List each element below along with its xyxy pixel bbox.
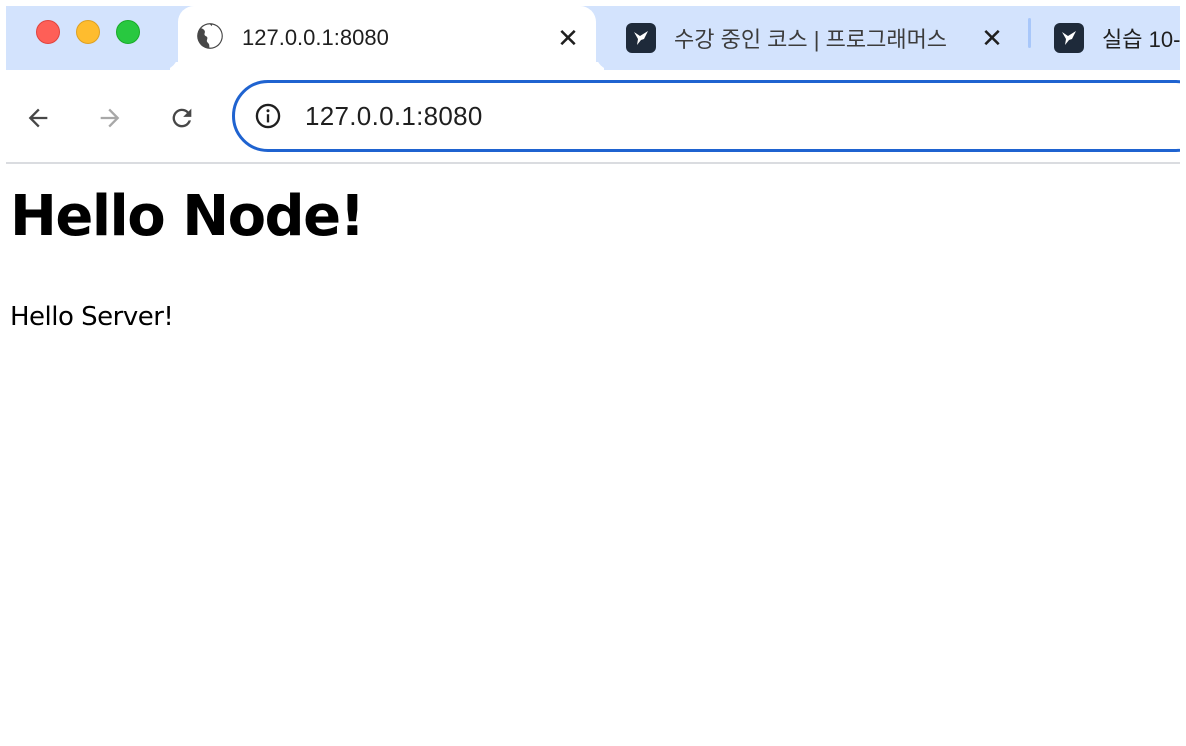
tab-close-button[interactable]: ✕ (978, 24, 1006, 52)
browser-window: 127.0.0.1:8080 ✕ 수강 중인 코스 | 프로그래머스 ✕ 실습 … (6, 6, 1180, 740)
back-button[interactable] (18, 98, 58, 138)
forward-button[interactable] (90, 98, 130, 138)
programmers-logo-icon (1054, 23, 1084, 53)
address-url[interactable]: 127.0.0.1:8080 (305, 101, 483, 132)
tab-title: 127.0.0.1:8080 (242, 25, 389, 50)
page-content: Hello Node! Hello Server! (6, 164, 1180, 740)
page-paragraph: Hello Server! (10, 302, 174, 332)
address-bar[interactable]: 127.0.0.1:8080 (232, 80, 1180, 152)
tab-title: 수강 중인 코스 | 프로그래머스 (674, 27, 948, 52)
tab-practice[interactable]: 실습 10- (1024, 6, 1180, 70)
info-icon[interactable] (253, 101, 283, 131)
tab-strip: 127.0.0.1:8080 ✕ 수강 중인 코스 | 프로그래머스 ✕ 실습 … (6, 6, 1180, 70)
window-minimize-button[interactable] (76, 20, 100, 44)
programmers-logo-icon (626, 23, 656, 53)
tab-title: 실습 10- (1102, 27, 1180, 52)
reload-icon (172, 108, 192, 128)
page-heading: Hello Node! (10, 184, 365, 249)
window-maximize-button[interactable] (116, 20, 140, 44)
window-close-button[interactable] (36, 20, 60, 44)
tab-programmers-courses[interactable]: 수강 중인 코스 | 프로그래머스 ✕ (596, 6, 1020, 70)
arrow-left-icon (28, 108, 48, 128)
globe-icon (196, 22, 224, 55)
browser-toolbar: 127.0.0.1:8080 (6, 70, 1180, 164)
tab-localhost[interactable]: 127.0.0.1:8080 ✕ (178, 6, 596, 70)
arrow-right-icon (100, 108, 120, 128)
tab-close-button[interactable]: ✕ (554, 24, 582, 52)
reload-button[interactable] (162, 98, 202, 138)
